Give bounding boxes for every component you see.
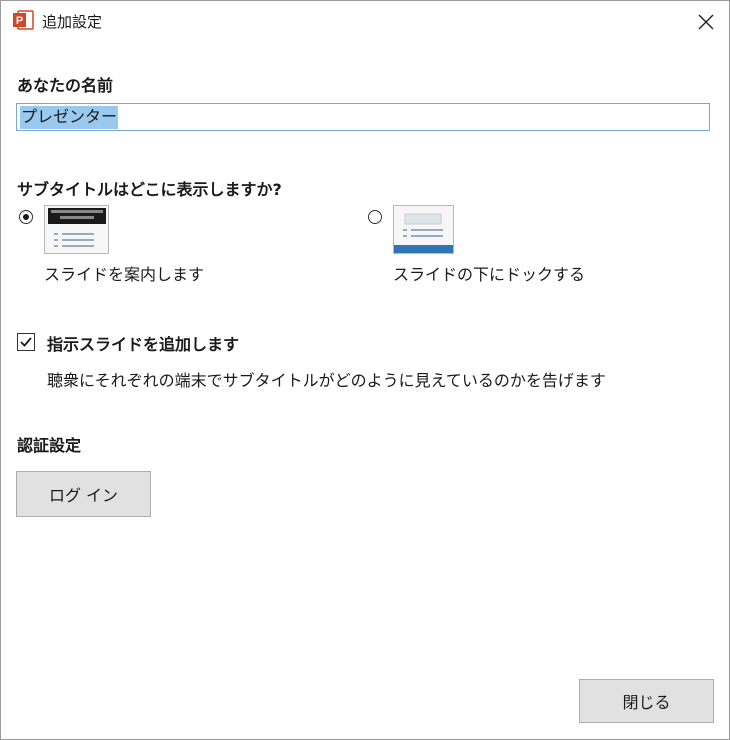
radio-guide-slide[interactable] [19,210,33,224]
radio-dock-below[interactable] [368,210,382,224]
pointer-slide-label[interactable]: 指示スライドを追加します [47,331,239,355]
title-bar: P 追加設定 [0,0,730,42]
dock-below-option-label[interactable]: スライドの下にドックする [393,261,585,285]
slide-docked-thumbnail[interactable] [393,205,455,259]
close-window-button[interactable] [686,4,726,40]
pointer-slide-description: 聴衆にそれぞれの端末でサブタイトルがどのように見えているのかを告げます [47,371,606,390]
pointer-slide-checkbox[interactable] [17,333,35,351]
subtitle-position-label: サブタイトルはどこに表示しますか? [17,180,282,199]
svg-text:P: P [16,15,23,27]
window-title: 追加設定 [42,13,103,31]
login-button[interactable]: ログ イン [16,471,151,517]
login-button-label: ログ イン [48,486,119,505]
powerpoint-icon: P [12,9,34,31]
checkmark-icon [20,337,32,347]
close-button-label: 閉じる [622,693,671,712]
radio-selected-dot [23,214,29,220]
close-dialog-button[interactable]: 閉じる [579,679,714,723]
guide-slide-option-label[interactable]: スライドを案内します [44,261,204,285]
slide-overlay-thumbnail[interactable] [44,205,110,259]
name-input[interactable]: プレゼンター [16,103,710,131]
name-label: あなたの名前 [17,76,114,95]
name-input-value: プレゼンター [20,105,119,129]
auth-settings-label: 認証設定 [17,436,82,455]
close-icon [698,14,714,30]
